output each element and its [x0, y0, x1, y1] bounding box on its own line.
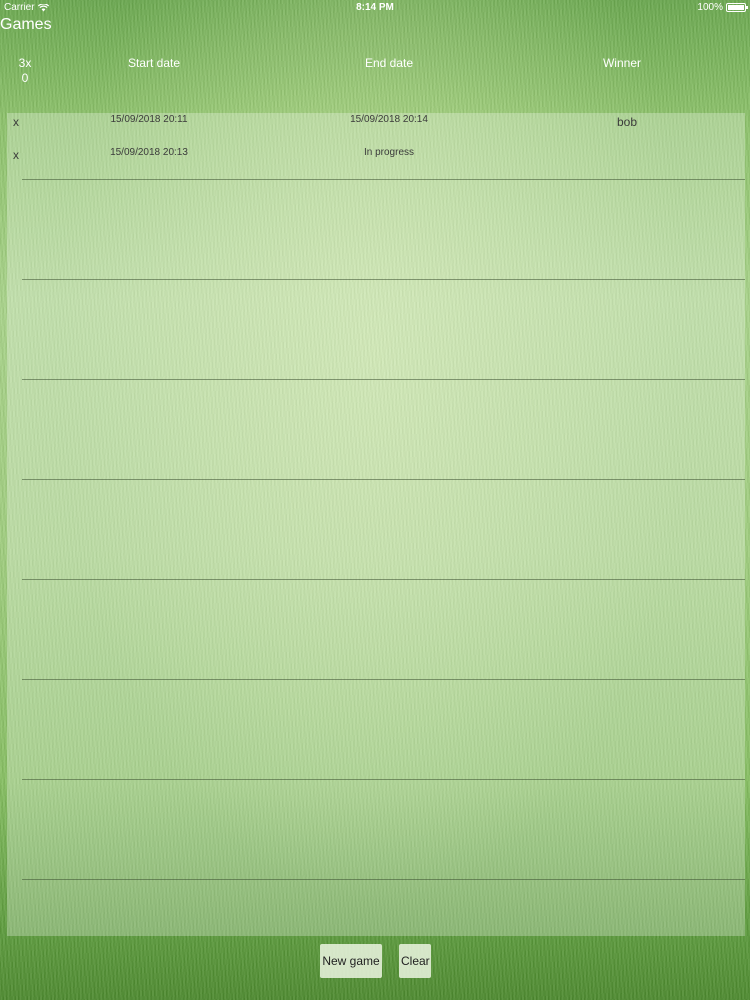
score-bottom: 0: [21, 71, 29, 85]
row-divider: [22, 379, 745, 380]
table-row[interactable]: x 15/09/2018 20:11 15/09/2018 20:14 bob: [7, 113, 745, 143]
games-table: x 15/09/2018 20:11 15/09/2018 20:14 bob …: [7, 113, 745, 936]
row-divider: [22, 779, 745, 780]
status-bar: Carrier 8:14 PM 100%: [0, 0, 750, 16]
row-marker: x: [13, 115, 19, 129]
status-time: 8:14 PM: [356, 2, 394, 13]
row-winner: bob: [616, 115, 638, 129]
header-start-date: Start date: [127, 56, 181, 70]
row-divider: [22, 579, 745, 580]
row-divider: [22, 879, 745, 880]
row-divider: [22, 679, 745, 680]
score-header: 3x 0: [10, 56, 40, 86]
row-divider: [22, 179, 745, 180]
row-start-date: 15/09/2018 20:13: [110, 147, 188, 158]
row-marker: x: [13, 148, 19, 162]
page-title: Games: [0, 16, 52, 33]
bottom-toolbar: New game Clear: [0, 936, 750, 1000]
battery-indicator: 100%: [697, 2, 748, 13]
clear-button[interactable]: Clear: [399, 944, 431, 978]
row-start-date: 15/09/2018 20:11: [110, 114, 188, 125]
row-divider: [22, 479, 745, 480]
header-end-date: End date: [364, 56, 414, 70]
score-top: 3x: [18, 56, 32, 70]
header-winner: Winner: [602, 56, 641, 70]
row-divider: [22, 279, 745, 280]
battery-percent: 100%: [697, 2, 723, 13]
table-row[interactable]: x 15/09/2018 20:13 In progress: [7, 146, 745, 176]
new-game-button[interactable]: New game: [320, 944, 382, 978]
table-header: 3x 0 Start date End date Winner: [0, 56, 750, 96]
row-end-date: In progress: [363, 147, 415, 158]
battery-icon: [726, 3, 748, 12]
row-end-date: 15/09/2018 20:14: [350, 114, 428, 125]
